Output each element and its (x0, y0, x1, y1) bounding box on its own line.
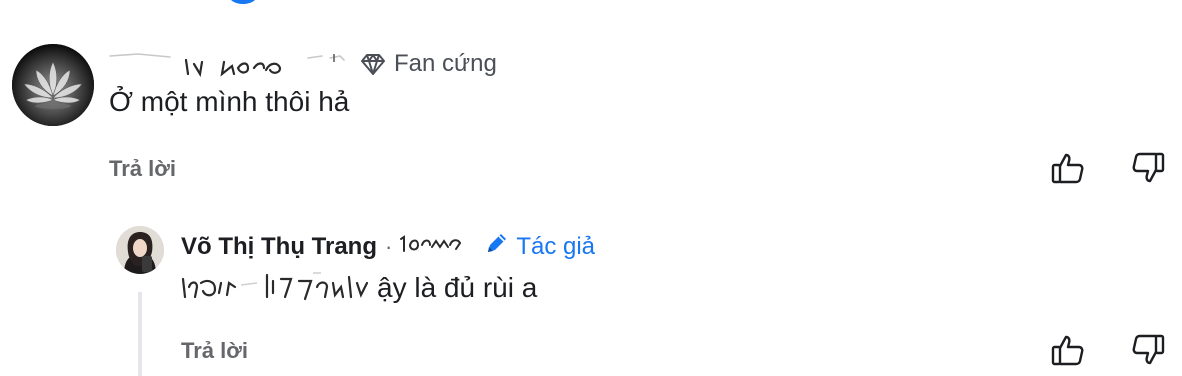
redacted-timestamp (398, 231, 464, 262)
pencil-icon (484, 230, 510, 263)
reply-like-button[interactable] (1050, 332, 1086, 368)
dislike-button[interactable] (1130, 150, 1166, 186)
reply-reply-button[interactable]: Trả lời (181, 338, 248, 364)
thread-line (138, 292, 142, 376)
author-name[interactable]: Võ Thị Thụ Trang (181, 233, 377, 261)
comment-text: Ở một mình thôi hả (109, 86, 350, 117)
reply-header: Võ Thị Thụ Trang · Tác giả (181, 230, 595, 263)
badge-label: Fan cứng (394, 50, 497, 77)
reply-text: ậy là đủ rùi a (181, 270, 537, 306)
like-button[interactable] (1050, 150, 1086, 186)
author-badge-label: Tác giả (516, 232, 596, 260)
redacted-commenter-name (108, 48, 348, 80)
top-cutoff-dot (228, 0, 258, 4)
diamond-icon (360, 51, 386, 77)
author-badge: Tác giả (484, 230, 595, 263)
redacted-text (181, 269, 377, 308)
separator-dot: · (384, 233, 393, 259)
reply-text-visible: ậy là đủ rùi a (377, 272, 538, 303)
thumbs-down-icon (1130, 150, 1166, 186)
thumbs-down-icon (1130, 332, 1166, 368)
reply-button[interactable]: Trả lời (109, 156, 176, 182)
commenter-avatar[interactable] (12, 44, 94, 126)
author-avatar[interactable] (116, 226, 164, 274)
thumbs-up-icon (1050, 150, 1086, 186)
thumbs-up-icon (1050, 332, 1086, 368)
fan-badge: Fan cứng (360, 50, 497, 78)
reply-dislike-button[interactable] (1130, 332, 1166, 368)
